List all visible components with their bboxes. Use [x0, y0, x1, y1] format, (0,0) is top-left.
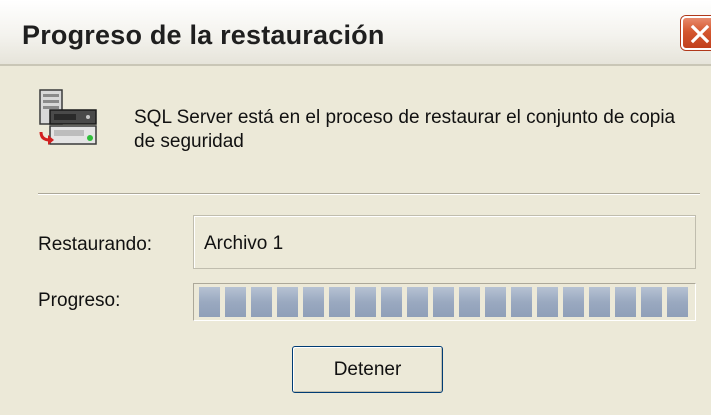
progress-block	[329, 287, 350, 317]
close-icon	[690, 24, 710, 44]
progress-block	[381, 287, 402, 317]
progress-block	[277, 287, 298, 317]
progress-fill	[199, 287, 688, 317]
progress-block	[433, 287, 454, 317]
restore-progress-dialog: Progreso de la restauración SQL Server e…	[0, 0, 711, 415]
status-message: SQL Server está en el proceso de restaur…	[134, 107, 676, 152]
progress-label: Progreso:	[38, 290, 121, 311]
stop-button[interactable]: Detener	[292, 346, 443, 393]
progress-block	[563, 287, 584, 317]
progress-block	[199, 287, 220, 317]
stop-button-label: Detener	[333, 359, 402, 380]
database-server-icon	[39, 89, 97, 145]
title-bar[interactable]: Progreso de la restauración	[0, 0, 711, 66]
separator	[38, 193, 700, 195]
restoring-field: Archivo 1	[193, 215, 696, 269]
restoring-label: Restaurando:	[38, 234, 153, 255]
progress-block	[303, 287, 324, 317]
progress-block	[589, 287, 610, 317]
progress-block	[355, 287, 376, 317]
progress-block	[251, 287, 272, 317]
close-button[interactable]	[681, 16, 711, 50]
window-title: Progreso de la restauración	[22, 20, 385, 50]
progress-block	[407, 287, 428, 317]
progress-bar	[193, 283, 696, 321]
dialog-body: SQL Server está en el proceso de restaur…	[0, 68, 711, 415]
progress-block	[667, 287, 688, 317]
progress-block	[485, 287, 506, 317]
progress-block	[459, 287, 480, 317]
progress-block	[225, 287, 246, 317]
progress-block	[537, 287, 558, 317]
progress-block	[641, 287, 662, 317]
progress-block	[511, 287, 532, 317]
progress-block	[615, 287, 636, 317]
restoring-value: Archivo 1	[204, 233, 284, 254]
